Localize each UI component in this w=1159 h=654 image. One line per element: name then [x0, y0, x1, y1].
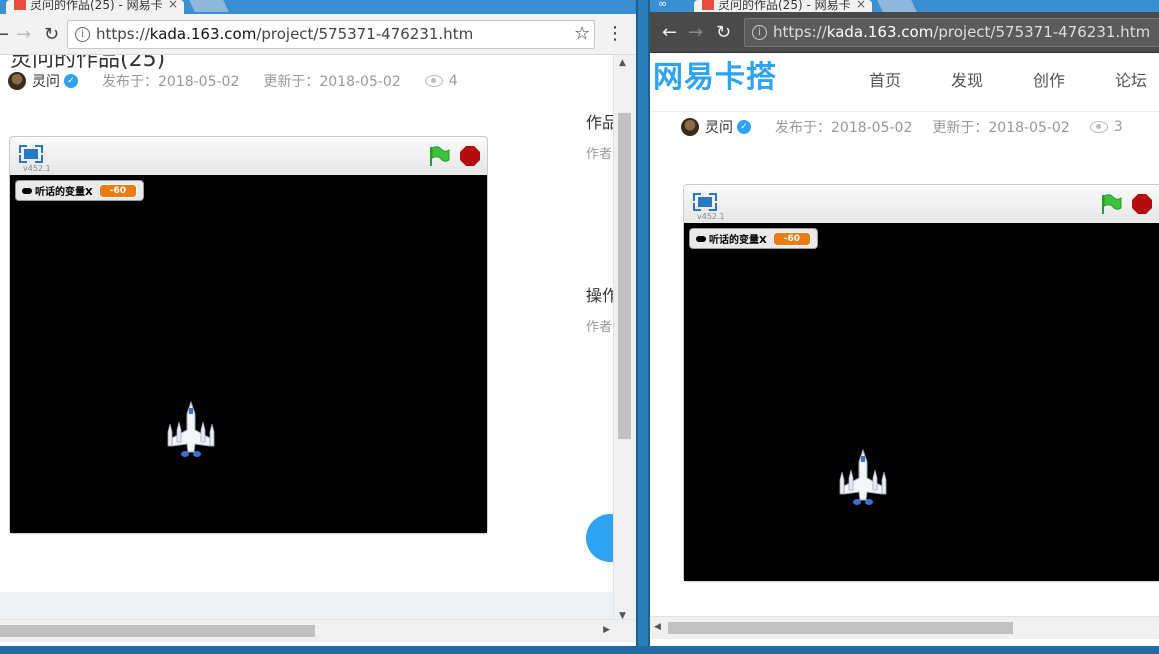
- player-version: v452.1: [697, 212, 725, 221]
- browser-menu-icon[interactable]: ⋮: [606, 23, 624, 44]
- avatar[interactable]: [681, 118, 699, 136]
- player-version: v452.1: [23, 164, 51, 173]
- back-icon[interactable]: ←: [0, 24, 9, 45]
- variable-monitor: 听话的变量X -60: [15, 180, 144, 201]
- view-count: 3: [1113, 119, 1123, 135]
- browser-toolbar: ← → ↻ i https://kada.163.com/project/575…: [650, 12, 1159, 53]
- stop-button[interactable]: [460, 146, 480, 166]
- update-date: 更新于：2018-05-02: [263, 74, 401, 90]
- forward-icon[interactable]: →: [16, 24, 31, 45]
- url-path: /project/575371-476231.htm: [933, 23, 1151, 41]
- green-flag-icon[interactable]: [428, 145, 450, 167]
- cloud-icon: [696, 235, 706, 242]
- stop-button[interactable]: [1132, 194, 1152, 214]
- spaceship-sprite[interactable]: [836, 448, 890, 508]
- variable-monitor: 听话的变量X -60: [689, 228, 818, 249]
- sidebar-author-1: 作者:: [586, 147, 617, 162]
- reload-icon[interactable]: ↻: [716, 22, 731, 43]
- reload-icon[interactable]: ↻: [44, 24, 59, 45]
- player-toolbar: v452.1: [684, 185, 1159, 223]
- right-browser-window: ∞ 灵问的作品(25) - 网易卡 × ← → ↻ i https://kada…: [648, 0, 1159, 646]
- tab-close-icon[interactable]: ×: [168, 0, 178, 10]
- info-icon[interactable]: i: [75, 27, 90, 42]
- page-content: 灵问的作品(25) 灵问 ✓ 发布于：2018-05-02 更新于：2018-0…: [0, 55, 636, 624]
- incognito-icon: ∞: [658, 0, 668, 10]
- verified-badge-icon: ✓: [64, 74, 78, 88]
- favicon-icon: [702, 0, 714, 10]
- horizontal-scrollbar[interactable]: ▶: [0, 619, 636, 642]
- horizontal-scrollbar[interactable]: ◀: [650, 616, 1159, 639]
- scroll-right-icon[interactable]: ▶: [603, 625, 610, 635]
- url-scheme: https://: [96, 25, 150, 43]
- info-icon[interactable]: i: [752, 25, 767, 40]
- fullscreen-icon[interactable]: [693, 193, 717, 211]
- variable-label: 听话的变量X: [709, 235, 767, 246]
- author-name[interactable]: 灵问: [705, 117, 733, 137]
- horizontal-scroll-thumb[interactable]: [668, 622, 1013, 634]
- vertical-scrollbar[interactable]: ▲ ▼: [613, 55, 636, 624]
- nav-home[interactable]: 首页: [869, 67, 901, 91]
- nav-forum[interactable]: 论坛: [1115, 67, 1147, 91]
- new-tab-button[interactable]: [877, 0, 917, 12]
- variable-value: -60: [772, 231, 811, 246]
- update-date: 更新于：2018-05-02: [932, 120, 1070, 136]
- cloud-icon: [22, 187, 32, 194]
- project-meta: 灵问 ✓ 发布于：2018-05-02 更新于：2018-05-02 4: [8, 71, 458, 91]
- stage[interactable]: 听话的变量X -60: [10, 175, 487, 533]
- fullscreen-icon[interactable]: [19, 145, 43, 163]
- favicon-icon: [14, 0, 26, 10]
- url-host: kada.163.com: [826, 23, 934, 41]
- tab-strip: 灵问的作品(25) - 网易卡 ×: [0, 0, 636, 14]
- horizontal-scroll-thumb[interactable]: [0, 625, 315, 637]
- address-bar[interactable]: i https://kada.163.com/project/575371-47…: [744, 18, 1159, 47]
- eye-icon: [1089, 121, 1108, 133]
- vertical-scroll-thumb[interactable]: [618, 113, 631, 439]
- publish-date: 发布于：2018-05-02: [775, 120, 913, 136]
- author-name[interactable]: 灵问: [32, 71, 60, 91]
- tab-close-icon[interactable]: ×: [856, 0, 866, 10]
- page-content: 网易卡搭 首页 发现 创作 论坛 灵问 ✓ 发布于：2018-05-02 更新于…: [650, 53, 1159, 616]
- nav-create[interactable]: 创作: [1033, 67, 1065, 91]
- new-tab-button[interactable]: [189, 0, 229, 12]
- variable-value: -60: [98, 183, 137, 198]
- scroll-left-icon[interactable]: ◀: [654, 622, 661, 632]
- back-icon[interactable]: ←: [662, 22, 677, 43]
- scroll-up-icon[interactable]: ▲: [619, 58, 626, 68]
- player-toolbar: v452.1: [10, 137, 487, 175]
- forward-icon[interactable]: →: [688, 22, 703, 43]
- green-flag-icon[interactable]: [1100, 193, 1122, 215]
- url-scheme: https://: [773, 23, 827, 41]
- site-logo[interactable]: 网易卡搭: [653, 53, 777, 96]
- tab-active[interactable]: 灵问的作品(25) - 网易卡 ×: [6, 0, 184, 14]
- address-bar[interactable]: i https://kada.163.com/project/575371-47…: [67, 20, 595, 49]
- variable-label: 听话的变量X: [35, 187, 93, 198]
- publish-date: 发布于：2018-05-02: [102, 74, 240, 90]
- eye-icon: [424, 75, 443, 87]
- scratch-player: v452.1 听话的变量X -60: [683, 184, 1159, 582]
- avatar[interactable]: [8, 72, 26, 90]
- view-count: 4: [448, 73, 458, 89]
- bookmark-star-icon[interactable]: ☆: [574, 23, 590, 44]
- project-meta: 灵问 ✓ 发布于：2018-05-02 更新于：2018-05-02 3: [681, 117, 1123, 137]
- browser-toolbar: ← → ↻ i https://kada.163.com/project/575…: [0, 14, 636, 55]
- tab-title: 灵问的作品(25) - 网易卡: [718, 0, 851, 12]
- spaceship-sprite[interactable]: [164, 400, 218, 460]
- left-browser-window: 灵问的作品(25) - 网易卡 × ← → ↻ i https://kada.1…: [0, 0, 638, 646]
- stage[interactable]: 听话的变量X -60: [684, 223, 1159, 581]
- url-host: kada.163.com: [149, 25, 257, 43]
- sidebar-author-2: 作者:: [586, 320, 617, 335]
- scratch-player: v452.1 听话的变量X -60: [9, 136, 488, 534]
- tab-strip: ∞ 灵问的作品(25) - 网易卡 ×: [650, 0, 1159, 14]
- nav-discover[interactable]: 发现: [951, 67, 983, 91]
- tab-title: 灵问的作品(25) - 网易卡: [30, 0, 163, 12]
- url-path: /project/575371-476231.htm: [256, 25, 474, 43]
- verified-badge-icon: ✓: [737, 120, 751, 134]
- site-header: 网易卡搭 首页 发现 创作 论坛: [650, 53, 1159, 112]
- desktop-taskbar: [0, 646, 1159, 654]
